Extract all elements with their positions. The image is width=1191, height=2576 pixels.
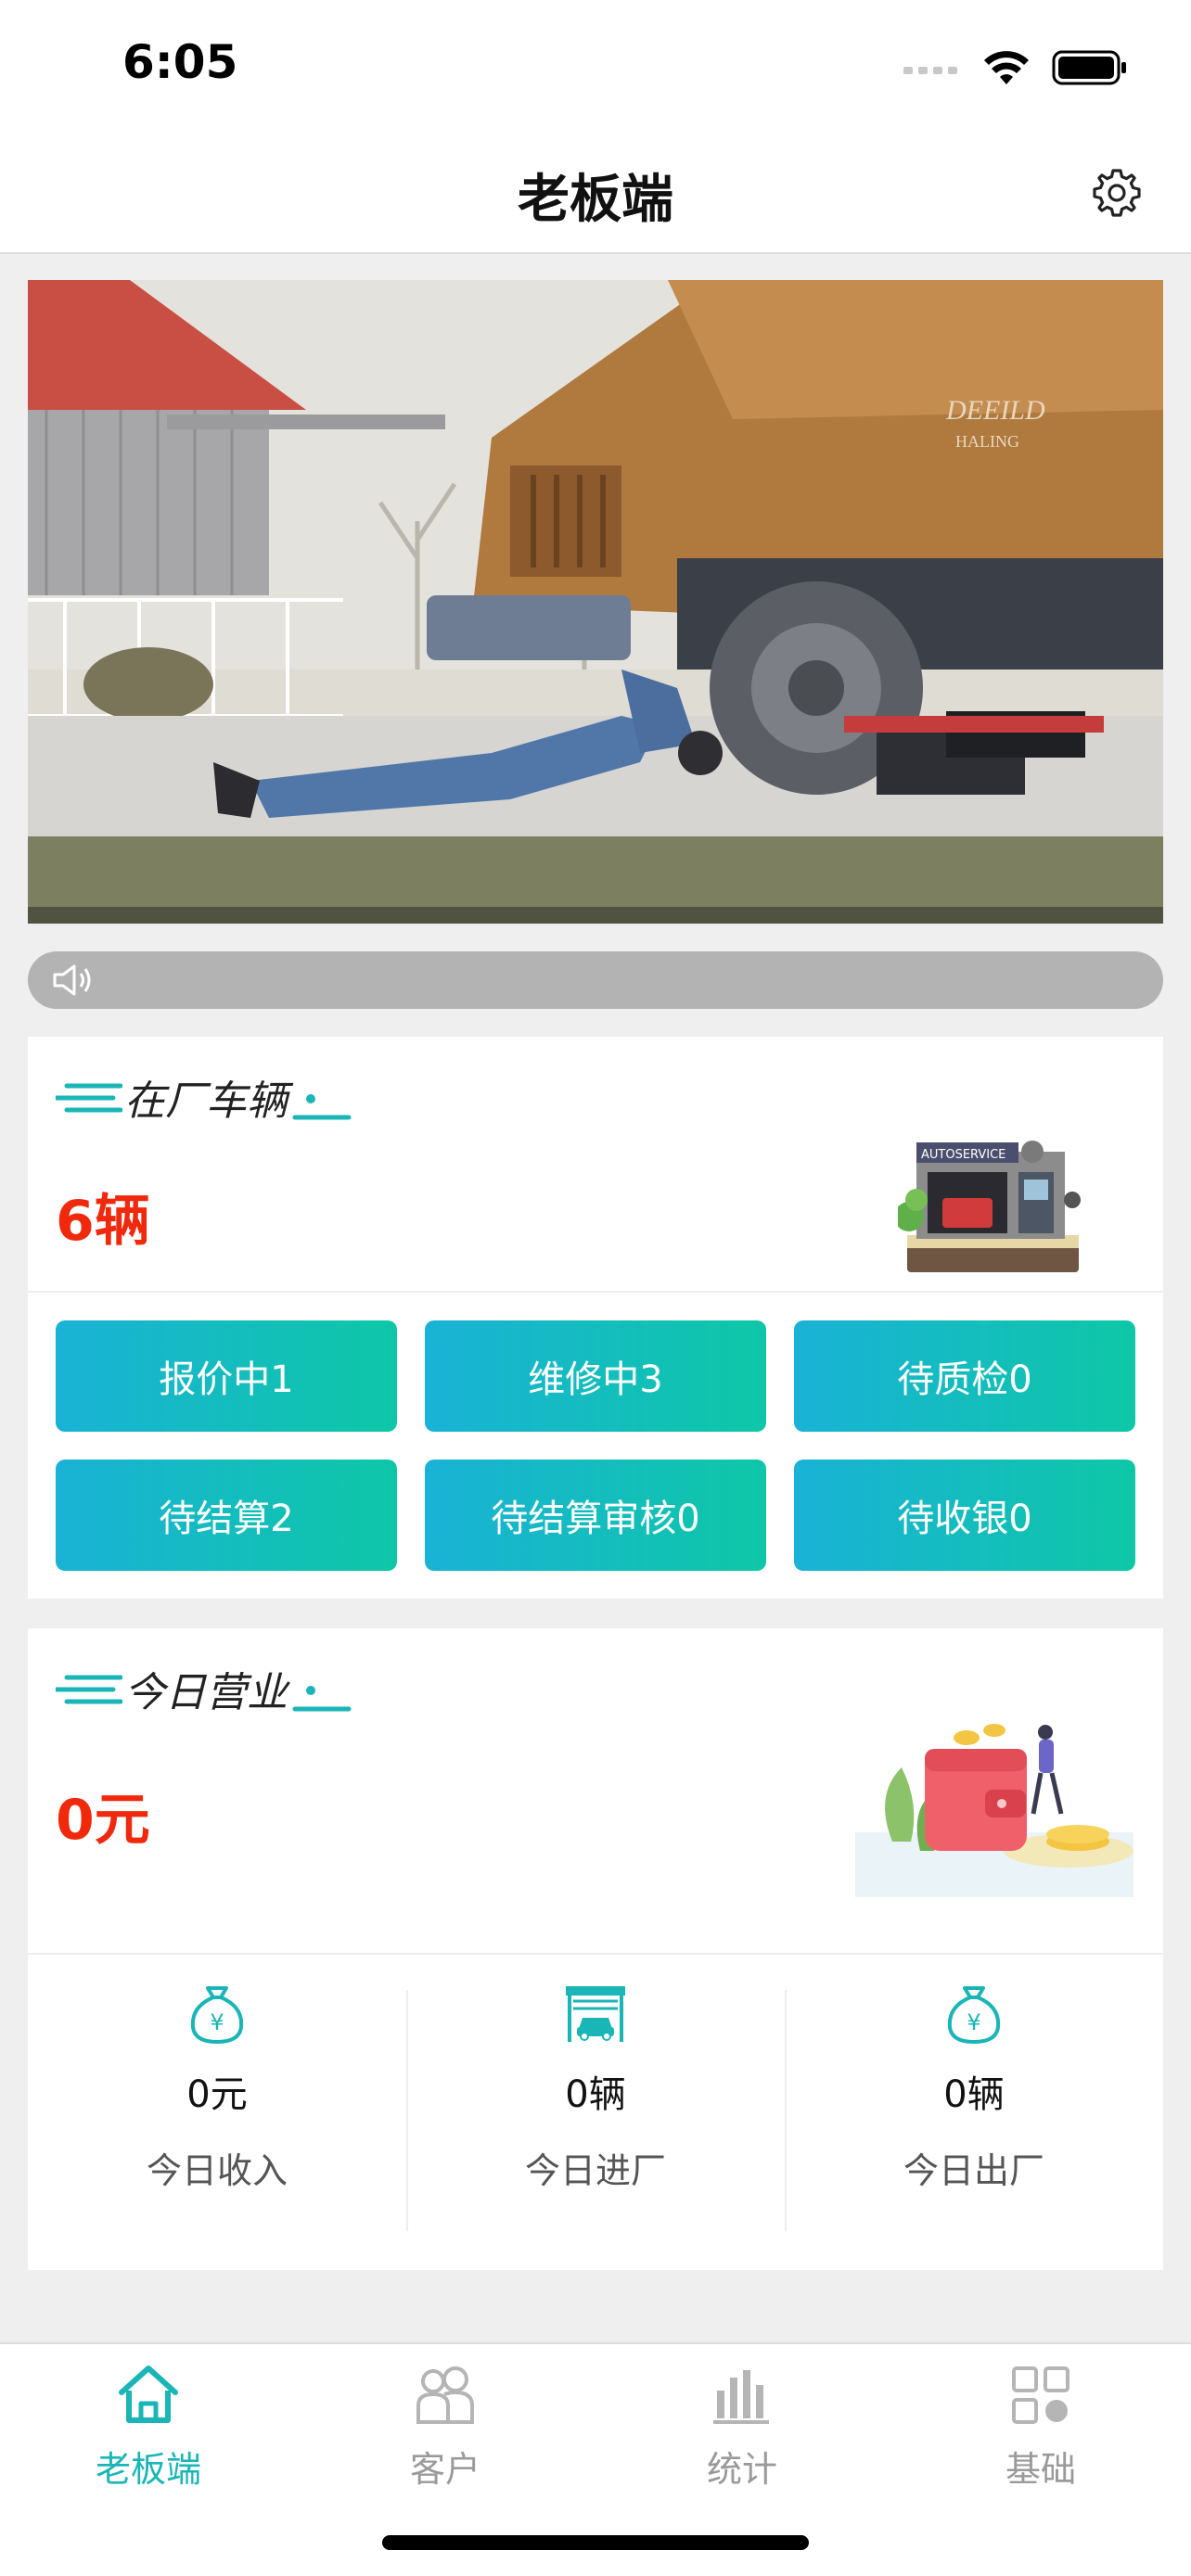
status-button-repairing[interactable]: 维修中3 <box>425 1320 766 1432</box>
title-underline-icon <box>292 1686 352 1712</box>
status-time: 6:05 <box>122 35 238 89</box>
page-title: 老板端 <box>518 170 673 230</box>
settings-gear-icon[interactable] <box>1089 165 1145 221</box>
banner-image[interactable]: DEEILD HALING <box>28 280 1163 924</box>
svg-text:DEEILD: DEEILD <box>945 395 1045 426</box>
battery-icon <box>1052 50 1126 85</box>
tab-basics[interactable]: 基础 <box>948 2363 1133 2492</box>
business-total: 0元 <box>56 1788 150 1853</box>
wifi-icon <box>984 51 1029 84</box>
stat-label: 今日收入 <box>146 2150 288 2191</box>
business-stats-row: ¥ 0元 今日收入 0辆 今日进厂 ¥ 0辆 今日出厂 <box>28 1971 1163 2231</box>
vehicles-in-factory-card: 在厂车辆 6辆 AUTOSERVICE 报价中1 维修中3 待质检0 待结算2 … <box>28 1037 1163 1599</box>
status-bar: 6:05 <box>0 0 1191 130</box>
svg-text:¥: ¥ <box>967 2009 980 2035</box>
svg-text:AUTOSERVICE: AUTOSERVICE <box>921 1148 1005 1162</box>
vehicle-status-grid: 报价中1 维修中3 待质检0 待结算2 待结算审核0 待收银0 <box>56 1320 1135 1571</box>
svg-text:HALING: HALING <box>955 432 1019 451</box>
stat-value: 0辆 <box>565 2073 626 2116</box>
vehicles-total: 6辆 <box>56 1189 150 1254</box>
status-button-label: 待质检0 <box>897 1358 1032 1401</box>
navigation-bar: 老板端 <box>0 130 1191 254</box>
tab-boss[interactable]: 老板端 <box>56 2363 241 2492</box>
status-button-label: 待结算审核0 <box>491 1498 700 1540</box>
tab-label: 统计 <box>706 2449 777 2490</box>
home-indicator[interactable] <box>382 2535 809 2550</box>
grid-icon <box>1012 2366 1069 2424</box>
svg-text:¥: ¥ <box>210 2009 224 2035</box>
business-section-title: 今日营业 <box>124 1669 288 1716</box>
status-button-label: 报价中1 <box>159 1358 294 1401</box>
home-icon <box>119 2366 178 2423</box>
status-button-label: 待收银0 <box>897 1498 1032 1540</box>
status-button-settlement-review[interactable]: 待结算审核0 <box>425 1460 766 1571</box>
stat-value: 0辆 <box>943 2073 1005 2116</box>
status-button-label: 待结算2 <box>159 1498 294 1540</box>
divider <box>28 1953 1163 1955</box>
vehicles-section-title: 在厂车辆 <box>124 1078 288 1125</box>
tab-label: 基础 <box>1005 2449 1076 2490</box>
section-title: 在厂车辆 <box>56 1065 352 1129</box>
tab-customers[interactable]: 客户 <box>352 2363 538 2492</box>
speed-lines-icon <box>56 1675 122 1704</box>
status-button-label: 维修中3 <box>528 1358 663 1401</box>
cellular-signal-icon <box>903 67 957 74</box>
status-button-quoting[interactable]: 报价中1 <box>56 1320 397 1432</box>
stat-today-in[interactable]: 0辆 今日进厂 <box>406 1971 785 2231</box>
stat-today-out[interactable]: ¥ 0辆 今日出厂 <box>785 1971 1163 2231</box>
garage-in-icon <box>566 1986 625 2042</box>
status-icons <box>903 46 1128 89</box>
status-button-pending-checkout[interactable]: 待收银0 <box>794 1460 1135 1571</box>
status-button-quality-check[interactable]: 待质检0 <box>794 1320 1135 1432</box>
speaker-icon <box>53 964 91 996</box>
status-button-pending-settlement[interactable]: 待结算2 <box>56 1460 397 1571</box>
money-bag-icon: ¥ <box>947 1986 1001 2044</box>
divider <box>28 1291 1163 1293</box>
stat-label: 今日进厂 <box>524 2150 666 2191</box>
chart-icon <box>713 2370 769 2424</box>
tab-label: 老板端 <box>95 2449 201 2490</box>
wallet-illustration <box>855 1724 1133 1897</box>
title-underline-icon <box>292 1094 352 1120</box>
today-business-card: 今日营业 0元 ¥ 0元 今日收入 0辆 今日进厂 ¥ 0辆 今日出厂 <box>28 1628 1163 2270</box>
money-bag-icon: ¥ <box>190 1986 244 2044</box>
tab-label: 客户 <box>409 2449 480 2490</box>
stat-label: 今日出厂 <box>903 2150 1044 2191</box>
stat-today-income[interactable]: ¥ 0元 今日收入 <box>28 1971 406 2222</box>
auto-service-shop-illustration: AUTOSERVICE <box>898 1141 1081 1272</box>
notice-bar[interactable] <box>28 951 1163 1009</box>
speed-lines-icon <box>56 1083 122 1113</box>
customers-icon <box>416 2366 474 2424</box>
stat-value: 0元 <box>186 2073 248 2116</box>
tab-statistics[interactable]: 统计 <box>649 2363 835 2492</box>
section-title: 今日营业 <box>56 1656 352 1721</box>
